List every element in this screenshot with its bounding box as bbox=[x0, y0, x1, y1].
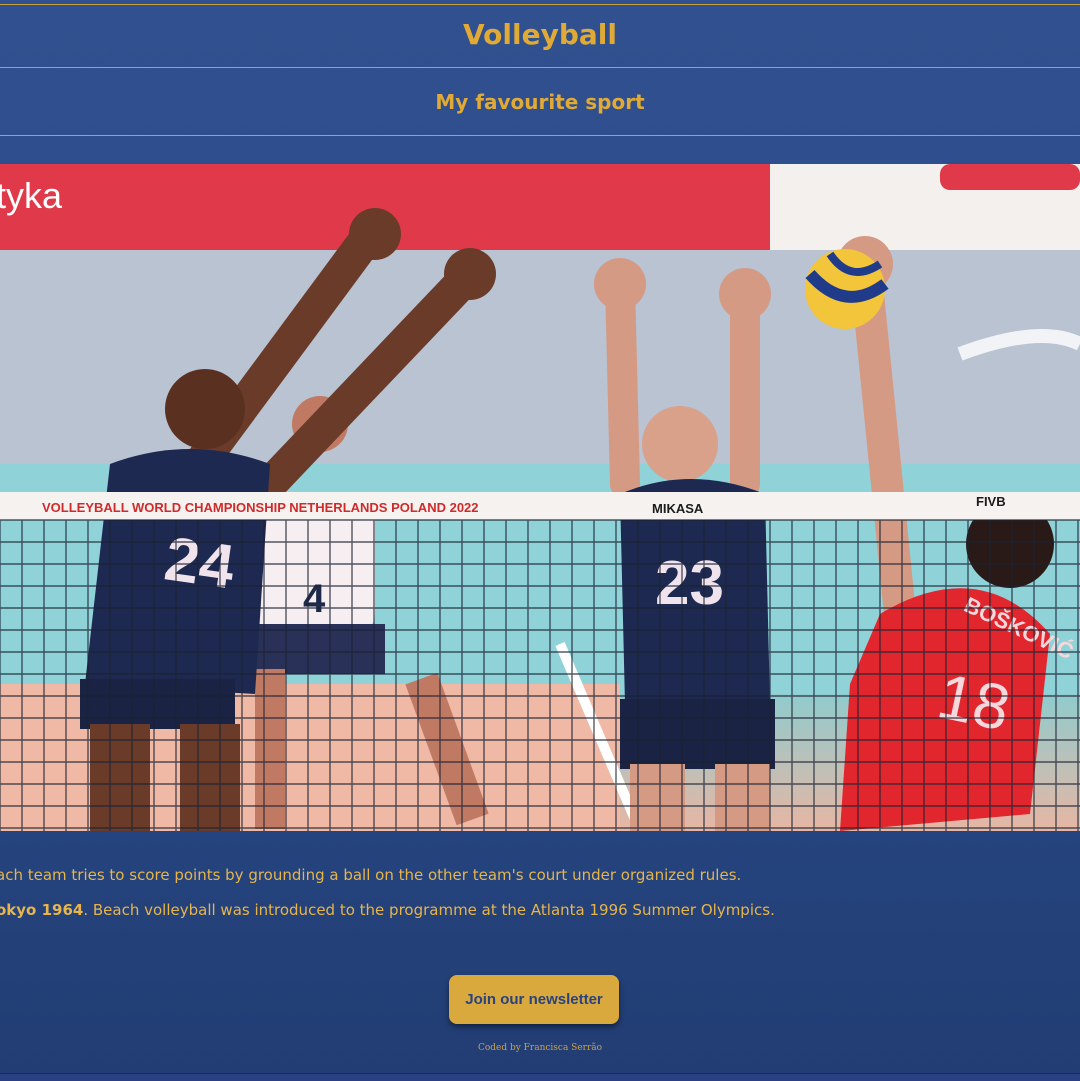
footer-credit: Coded by Francisca Serrão bbox=[477, 1043, 603, 1053]
net-sponsor-text: MIKASA bbox=[652, 501, 704, 516]
volleyball bbox=[805, 249, 889, 329]
header-bottom-rule bbox=[0, 135, 1080, 136]
body-text: . Beach volleyball was introduced to the… bbox=[83, 901, 775, 919]
header-divider bbox=[0, 67, 1080, 68]
hero-image: tyka 4 24 23 BOŠKOVIĆ 18 VOLLEYBALL WORL… bbox=[0, 164, 1080, 831]
arena-banner-text: tyka bbox=[0, 175, 63, 216]
jersey-number-18: 18 bbox=[932, 659, 1017, 744]
body-text-line-1: ach team tries to score points by ground… bbox=[0, 866, 741, 884]
page-title: Volleyball bbox=[463, 18, 617, 51]
jersey-number-4: 4 bbox=[303, 577, 326, 621]
newsletter-button[interactable]: Join our newsletter bbox=[449, 975, 619, 1024]
page-subtitle: My favourite sport bbox=[435, 90, 645, 114]
header-top-rule bbox=[0, 4, 1080, 5]
body-text-line-2: okyo 1964. Beach volleyball was introduc… bbox=[0, 901, 775, 919]
highlight-text: okyo 1964 bbox=[0, 901, 84, 919]
body-text: ach team tries to score points by ground… bbox=[0, 866, 742, 884]
net-banner-text: VOLLEYBALL WORLD CHAMPIONSHIP NETHERLAND… bbox=[42, 500, 479, 515]
net-logo-text: FIVB bbox=[976, 494, 1006, 509]
